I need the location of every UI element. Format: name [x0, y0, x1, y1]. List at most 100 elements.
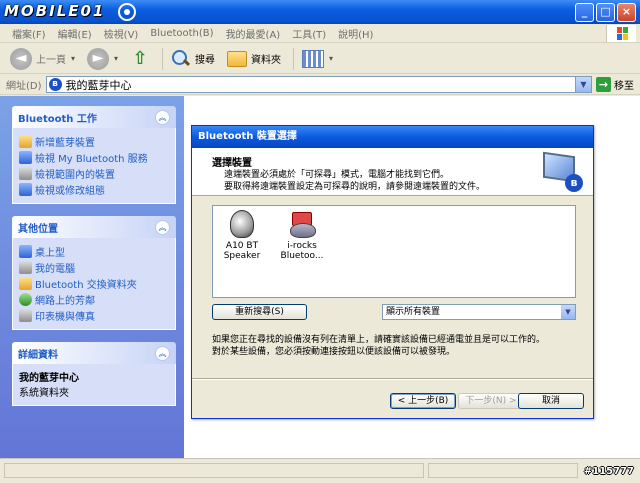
network-icon: [19, 292, 32, 306]
panel-body: 桌上型 我的電腦 Bluetooth 交換資料夾 網路上的芳鄰 印表機與傳真: [12, 238, 176, 330]
menu-help[interactable]: 說明(H): [332, 26, 379, 41]
task-add-device[interactable]: 新增藍芽裝置: [19, 133, 169, 149]
folders-label: 資料夾: [251, 55, 282, 66]
menu-favorites[interactable]: 我的最愛(A): [220, 26, 287, 41]
menu-bluetooth[interactable]: Bluetooth(B): [144, 28, 219, 39]
place-printers[interactable]: 印表機與傳真: [19, 307, 169, 323]
status-cell-zone: [428, 463, 578, 478]
panel-title: Bluetooth 工作: [18, 113, 97, 125]
bluetooth-device-selection-dialog: Bluetooth 裝置選擇 選擇裝置 遠端裝置必須處於「可探尋」模式，電腦才能…: [191, 125, 594, 419]
place-label: 印表機與傳真: [35, 311, 95, 323]
folder-icon: [227, 50, 248, 67]
hint-line1: 如果您正在尋找的設備沒有列在清單上，請確實該設備已經通電並且是可以工作的。: [212, 335, 546, 345]
device-item-irocks[interactable]: i-rocks Bluetoo...: [277, 210, 327, 261]
logo-text: MOBILE01: [4, 2, 106, 20]
mobile01-logo: MOBILE01: [4, 2, 139, 22]
chevron-down-icon[interactable]: ▼: [561, 305, 575, 319]
place-my-computer[interactable]: 我的電腦: [19, 259, 169, 275]
menu-tools[interactable]: 工具(T): [286, 26, 332, 41]
back-step-button[interactable]: < 上一步(B): [390, 393, 456, 409]
status-cell-main: [4, 463, 424, 478]
mouse-icon: [290, 210, 316, 238]
toolbar-separator: [162, 47, 164, 70]
back-dropdown-icon: ▾: [71, 54, 76, 63]
views-button[interactable]: ▾: [298, 48, 337, 70]
device-item-speaker[interactable]: A10 BT Speaker: [217, 210, 267, 261]
address-bar: 網址(D) ʙ 我的藍芽中心 ▼ → 移至: [0, 75, 640, 95]
task-view-devices-in-range[interactable]: 檢視範圍內的裝置: [19, 165, 169, 181]
status-bar: [0, 458, 640, 483]
up-folder-icon: ⇧: [132, 47, 148, 69]
bluetooth-tasks-header[interactable]: Bluetooth 工作 ︽: [12, 106, 176, 128]
dialog-heading: 選擇裝置: [212, 158, 252, 169]
detail-name: 我的藍芽中心: [19, 373, 79, 384]
search-label: 搜尋: [195, 55, 216, 66]
bluetooth-icon: ʙ: [48, 78, 62, 91]
toolbar-separator: [293, 47, 295, 70]
address-input[interactable]: ʙ 我的藍芽中心 ▼: [45, 76, 592, 93]
up-folder-button[interactable]: ⇧: [126, 47, 154, 71]
cancel-button[interactable]: 取消: [518, 393, 584, 409]
devices-in-range-icon: [19, 166, 32, 180]
collapse-chevron-icon[interactable]: ︽: [155, 345, 170, 361]
forward-arrow-icon: ►: [87, 47, 110, 70]
address-dropdown-button[interactable]: ▼: [575, 77, 591, 92]
next-step-button[interactable]: 下一步(N) >: [458, 393, 524, 409]
views-icon: [302, 49, 325, 68]
device-name-line1: A10 BT: [225, 241, 259, 251]
collapse-chevron-icon[interactable]: ︽: [155, 109, 170, 125]
go-button[interactable]: → 移至: [596, 77, 634, 92]
dialog-description-line1: 遠端裝置必須處於「可探尋」模式，電腦才能找到它們。: [224, 170, 450, 180]
back-button[interactable]: ◄ 上一頁 ▾: [6, 46, 79, 72]
folder-icon: [19, 276, 32, 290]
minimize-button[interactable]: _: [575, 3, 594, 22]
collapse-chevron-icon[interactable]: ︽: [155, 219, 170, 235]
place-bluetooth-exchange[interactable]: Bluetooth 交換資料夾: [19, 275, 169, 291]
forward-dropdown-icon: ▾: [114, 54, 119, 63]
folders-button[interactable]: 資料夾: [223, 49, 285, 69]
menu-edit[interactable]: 編輯(E): [52, 26, 98, 41]
device-name-line1: i-rocks: [287, 241, 317, 251]
place-desktop[interactable]: 桌上型: [19, 243, 169, 259]
details-header[interactable]: 詳細資料 ︽: [12, 342, 176, 364]
task-label: 檢視或修改組態: [35, 185, 105, 197]
bluetooth-tasks-panel: Bluetooth 工作 ︽ 新增藍芽裝置 檢視 My Bluetooth 服務…: [12, 106, 176, 204]
address-label: 網址(D): [6, 81, 42, 92]
configure-icon: [19, 182, 32, 196]
details-panel: 詳細資料 ︽ 我的藍芽中心 系統資料夾: [12, 342, 176, 406]
bluetooth-badge-icon: ʙ: [565, 174, 583, 192]
panel-body: 我的藍芽中心 系統資料夾: [12, 364, 176, 406]
filter-value: 顯示所有裝置: [386, 307, 441, 317]
rescan-button[interactable]: 重新搜尋(S): [212, 304, 307, 320]
task-view-services[interactable]: 檢視 My Bluetooth 服務: [19, 149, 169, 165]
panel-title: 詳細資料: [18, 349, 58, 361]
task-label: 檢視範圍內的裝置: [35, 169, 115, 181]
device-name-line2: Bluetoo...: [280, 251, 324, 261]
place-label: Bluetooth 交換資料夾: [35, 279, 137, 291]
search-button[interactable]: 搜尋: [167, 47, 219, 71]
go-label: 移至: [614, 81, 634, 92]
bluetooth-computer-icon: ʙ: [543, 151, 583, 192]
headset-icon: [230, 210, 254, 238]
other-places-panel: 其他位置 ︽ 桌上型 我的電腦 Bluetooth 交換資料夾 網路上的芳鄰 印…: [12, 216, 176, 330]
place-label: 桌上型: [35, 247, 65, 259]
logo-mark-icon: [117, 3, 136, 21]
menu-bar: 檔案(F) 編輯(E) 檢視(V) Bluetooth(B) 我的最愛(A) 工…: [0, 24, 640, 43]
place-network[interactable]: 網路上的芳鄰: [19, 291, 169, 307]
close-button[interactable]: ×: [617, 3, 636, 22]
forward-button[interactable]: ► ▾: [83, 46, 122, 72]
menu-file[interactable]: 檔案(F): [6, 26, 52, 41]
place-label: 網路上的芳鄰: [35, 295, 95, 307]
search-icon: [171, 49, 191, 69]
back-label: 上一頁: [36, 55, 66, 66]
device-list[interactable]: A10 BT Speaker i-rocks Bluetoo...: [212, 205, 576, 298]
other-places-header[interactable]: 其他位置 ︽: [12, 216, 176, 238]
watermark: #115777: [583, 466, 634, 477]
window-controls: _ □ ×: [575, 3, 636, 22]
panel-body: 新增藍芽裝置 檢視 My Bluetooth 服務 檢視範圍內的裝置 檢視或修改…: [12, 128, 176, 204]
device-filter-select[interactable]: 顯示所有裝置 ▼: [382, 304, 576, 320]
maximize-button[interactable]: □: [596, 3, 615, 22]
task-configure[interactable]: 檢視或修改組態: [19, 181, 169, 197]
menu-view[interactable]: 檢視(V): [98, 26, 145, 41]
computer-icon: [19, 260, 32, 274]
